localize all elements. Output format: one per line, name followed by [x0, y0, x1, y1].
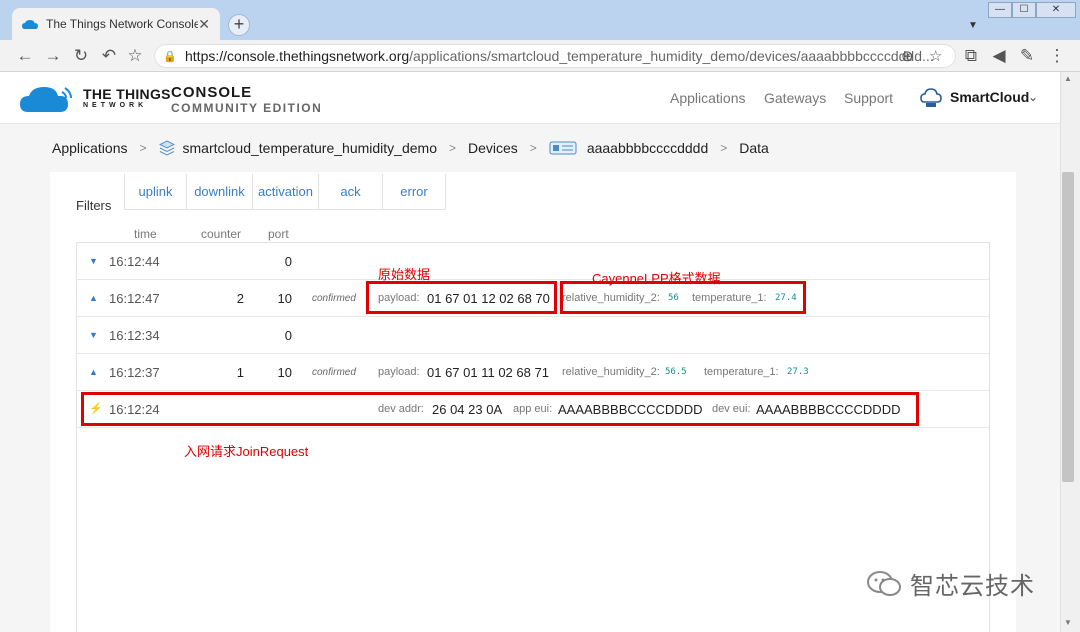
url-path: /applications/smartcloud_temperature_hum…: [409, 48, 934, 64]
table-row[interactable]: ▲ 16:12:37 1 10 confirmed payload: 01 67…: [77, 354, 989, 391]
raw-data-highlight: [366, 281, 557, 314]
table-row[interactable]: ▼ 16:12:44 0: [77, 243, 989, 280]
close-window-button[interactable]: ✕: [1036, 2, 1076, 18]
annotation-join-request: 入网请求JoinRequest: [184, 444, 309, 459]
device-icon: [549, 141, 577, 155]
filters-label: Filters: [76, 198, 112, 213]
uplink-arrow-icon: ▲: [89, 293, 98, 303]
tab-menu-chevron-icon[interactable]: ▼: [968, 20, 978, 31]
confirmed-label: confirmed: [312, 293, 356, 304]
row-port: 10: [277, 291, 292, 306]
nav-applications[interactable]: Applications: [670, 90, 746, 106]
temperature-label: temperature_1:: [704, 366, 779, 378]
forward-arrow-icon[interactable]: →: [42, 45, 64, 67]
user-avatar-icon: [920, 88, 942, 107]
breadcrumb-separator: >: [529, 141, 537, 155]
breadcrumb-data: Data: [739, 140, 769, 156]
chevron-down-icon[interactable]: ⌄: [1028, 90, 1038, 104]
console-title: CONSOLE: [171, 84, 253, 101]
scrollbar-thumb[interactable]: [1062, 172, 1074, 482]
row-time: 16:12:37: [109, 365, 160, 380]
filter-activation[interactable]: activation: [253, 174, 319, 209]
filter-ack[interactable]: ack: [319, 174, 383, 209]
tab-close-icon[interactable]: ✕: [198, 16, 210, 33]
annotation-cayenne: CayenneLPP格式数据: [592, 271, 721, 286]
column-header-time: time: [134, 227, 157, 241]
menu-icon[interactable]: ⋮: [1046, 45, 1068, 67]
humidity-value: 56.5: [665, 367, 687, 377]
minimize-button[interactable]: —: [988, 2, 1012, 18]
row-port: 0: [284, 254, 292, 269]
back-arrow-icon[interactable]: ←: [14, 45, 36, 67]
breadcrumb-app-id[interactable]: smartcloud_temperature_humidity_demo: [183, 140, 437, 156]
browser-tab-strip: The Things Network Console ✕ + ▼ — ☐ ✕: [0, 0, 1080, 40]
logo-subtext: NETWORK: [83, 102, 148, 109]
wechat-icon: [867, 570, 901, 596]
browser-toolbar: ← → ↻ ↶ ☆ 🔒 https://console.thethingsnet…: [0, 40, 1080, 72]
confirmed-label: confirmed: [312, 367, 356, 378]
row-port: 10: [277, 365, 292, 380]
scroll-down-arrow-icon[interactable]: ▼: [1064, 618, 1072, 627]
row-time: 16:12:47: [109, 291, 160, 306]
app-header: THE THINGS NETWORK CONSOLE COMMUNITY EDI…: [0, 72, 1080, 124]
row-counter: 2: [236, 291, 244, 306]
scroll-up-arrow-icon[interactable]: ▲: [1064, 74, 1072, 83]
logo-text: THE THINGS: [83, 86, 171, 102]
url-scheme: https://: [185, 48, 228, 64]
address-bar[interactable]: 🔒 https://console.thethingsnetwork.org/a…: [154, 44, 956, 68]
ttn-cloud-icon: [22, 20, 38, 29]
breadcrumb: Applications > smartcloud_temperature_hu…: [0, 124, 1060, 172]
breadcrumb-applications[interactable]: Applications: [52, 140, 128, 156]
speaker-icon[interactable]: ◀: [988, 45, 1010, 67]
breadcrumb-separator: >: [448, 141, 456, 155]
uplink-arrow-icon: ▲: [89, 367, 98, 377]
url-host: console.thethingsnetwork.org: [227, 48, 410, 64]
watermark-text: 智芯云技术: [910, 573, 1035, 600]
table-row[interactable]: ▼ 16:12:34 0: [77, 317, 989, 354]
browser-tab[interactable]: The Things Network Console ✕: [12, 8, 220, 40]
pencil-icon[interactable]: ✎: [1016, 45, 1038, 67]
zoom-icon[interactable]: ⊕: [901, 47, 914, 65]
undo-icon[interactable]: ↶: [98, 45, 120, 67]
nav-support[interactable]: Support: [844, 90, 893, 106]
breadcrumb-devices[interactable]: Devices: [468, 140, 518, 156]
filter-error[interactable]: error: [383, 174, 445, 209]
bookmark-star-icon[interactable]: ☆: [124, 45, 146, 67]
downlink-arrow-icon: ▼: [89, 256, 98, 266]
row-counter: 1: [236, 365, 244, 380]
breadcrumb-separator: >: [720, 141, 728, 155]
payload-value: 01 67 01 11 02 68 71: [427, 365, 549, 380]
filter-downlink[interactable]: downlink: [187, 174, 253, 209]
nav-gateways[interactable]: Gateways: [764, 90, 826, 106]
ttn-logo-icon[interactable]: [20, 84, 76, 112]
filter-tabs: uplink downlink activation ack error: [124, 174, 446, 210]
application-cube-icon: [158, 140, 175, 156]
lock-icon: 🔒: [163, 50, 177, 63]
column-header-port: port: [268, 227, 289, 241]
breadcrumb-device-id[interactable]: aaaabbbbccccdddd: [587, 140, 708, 156]
annotation-raw-data: 原始数据: [378, 267, 431, 282]
crop-icon[interactable]: ⧉: [960, 45, 982, 67]
maximize-button[interactable]: ☐: [1012, 2, 1036, 18]
star-icon[interactable]: ☆: [929, 47, 942, 65]
console-subtitle: COMMUNITY EDITION: [171, 101, 323, 115]
user-menu[interactable]: SmartCloud: [950, 89, 1029, 105]
row-time: 16:12:44: [109, 254, 160, 269]
filter-uplink[interactable]: uplink: [125, 174, 187, 209]
humidity-label: relative_humidity_2:: [562, 366, 660, 378]
temperature-value: 27.3: [787, 367, 809, 377]
join-request-highlight: [81, 392, 919, 426]
payload-label: payload:: [378, 366, 420, 378]
watermark: 智芯云技术: [866, 566, 1035, 601]
downlink-arrow-icon: ▼: [89, 330, 98, 340]
reload-icon[interactable]: ↻: [70, 45, 92, 67]
tab-title: The Things Network Console: [46, 17, 199, 31]
new-tab-button[interactable]: +: [228, 14, 250, 36]
breadcrumb-separator: >: [139, 141, 147, 155]
row-port: 0: [284, 328, 292, 343]
column-header-counter: counter: [201, 227, 242, 241]
row-time: 16:12:34: [109, 328, 160, 343]
